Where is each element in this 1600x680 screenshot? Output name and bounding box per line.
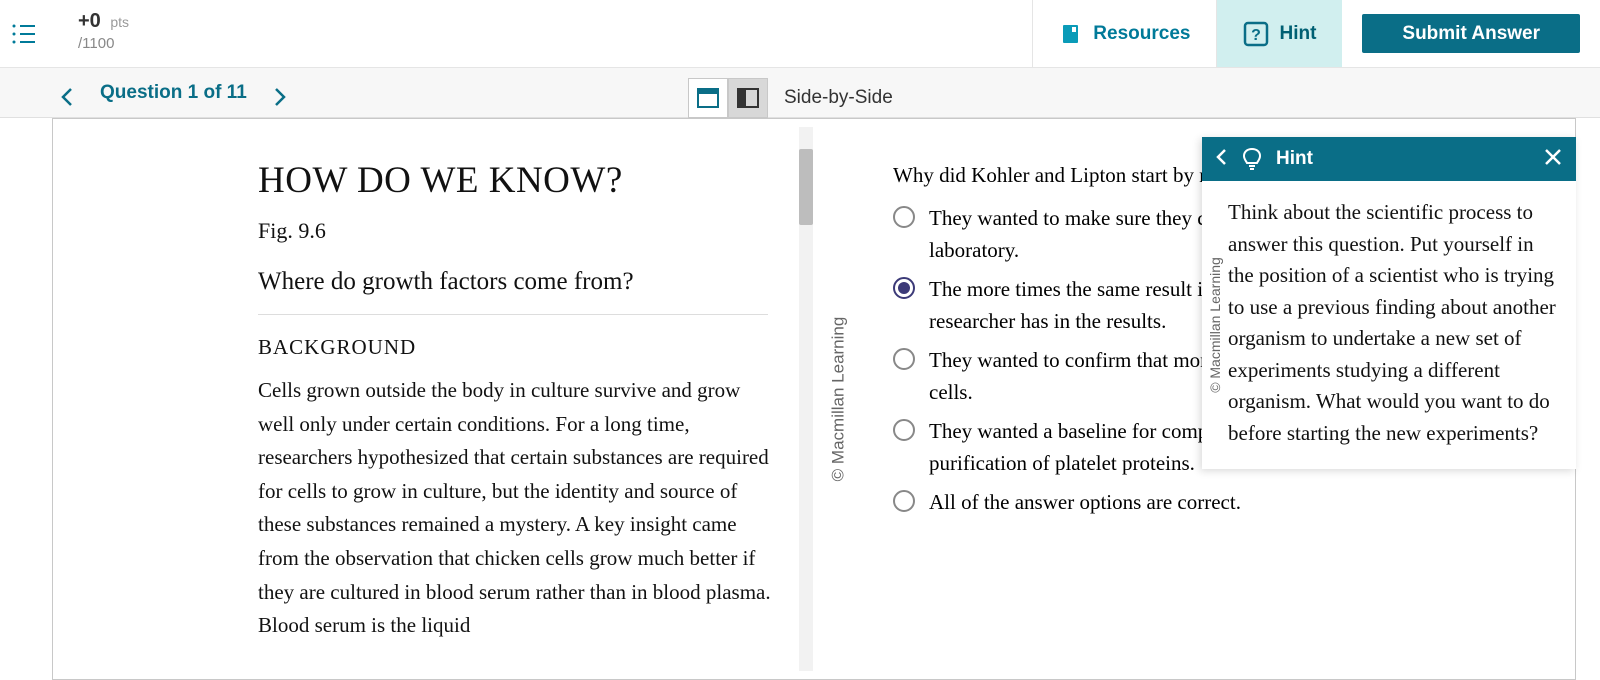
lightbulb-icon	[1242, 147, 1262, 171]
hint-close-button[interactable]	[1544, 146, 1562, 172]
question-counter: Question 1 of 11	[100, 82, 247, 104]
hint-panel-title: Hint	[1276, 148, 1530, 170]
next-question-button[interactable]	[273, 86, 287, 100]
hint-question-icon: ?	[1243, 21, 1269, 47]
radio-button[interactable]	[893, 348, 915, 370]
hint-back-button[interactable]	[1216, 148, 1228, 171]
copyright-left: © Macmillan Learning	[813, 119, 863, 679]
view-single-button[interactable]	[688, 78, 728, 118]
hint-label: Hint	[1279, 23, 1316, 45]
points-display: +0 pts /1100	[48, 0, 1032, 67]
background-heading: BACKGROUND	[258, 335, 778, 360]
scrollbar-thumb[interactable]	[799, 149, 813, 225]
divider	[258, 314, 768, 315]
menu-button[interactable]	[0, 0, 48, 67]
submit-answer-button[interactable]: Submit Answer	[1362, 14, 1580, 53]
doc-title: HOW DO WE KNOW?	[258, 159, 778, 202]
book-icon	[1059, 22, 1083, 46]
radio-button[interactable]	[893, 490, 915, 512]
option-row[interactable]: All of the answer options are correct.	[893, 486, 1545, 519]
radio-button[interactable]	[893, 419, 915, 441]
prev-question-button[interactable]	[60, 86, 74, 100]
hint-button[interactable]: ? Hint	[1216, 0, 1342, 67]
view-mode-label: Side-by-Side	[784, 87, 893, 109]
view-split-button[interactable]	[728, 78, 768, 118]
resources-button[interactable]: Resources	[1032, 0, 1216, 67]
document-pane: HOW DO WE KNOW? Fig. 9.6 Where do growth…	[53, 119, 813, 679]
hint-body-text: Think about the scientific process to an…	[1228, 181, 1576, 469]
radio-button[interactable]	[893, 206, 915, 228]
copyright-hint: © Macmillan Learning	[1202, 181, 1228, 469]
single-view-icon	[697, 88, 719, 108]
scrollbar-track[interactable]	[799, 127, 813, 671]
hint-panel: Hint © Macmillan Learning Think about th…	[1202, 137, 1576, 469]
points-total: /1100	[78, 35, 1002, 52]
radio-button[interactable]	[893, 277, 915, 299]
option-text: All of the answer options are correct.	[929, 486, 1545, 519]
figure-label: Fig. 9.6	[258, 218, 778, 244]
doc-subtitle: Where do growth factors come from?	[258, 268, 778, 296]
split-view-icon	[737, 88, 759, 108]
points-earned: +0	[78, 10, 101, 32]
close-icon	[1544, 148, 1562, 166]
resources-label: Resources	[1093, 23, 1190, 45]
svg-text:?: ?	[1252, 27, 1262, 44]
points-suffix: pts	[110, 14, 129, 30]
background-text: Cells grown outside the body in culture …	[258, 374, 778, 643]
chevron-left-icon	[1216, 148, 1228, 166]
